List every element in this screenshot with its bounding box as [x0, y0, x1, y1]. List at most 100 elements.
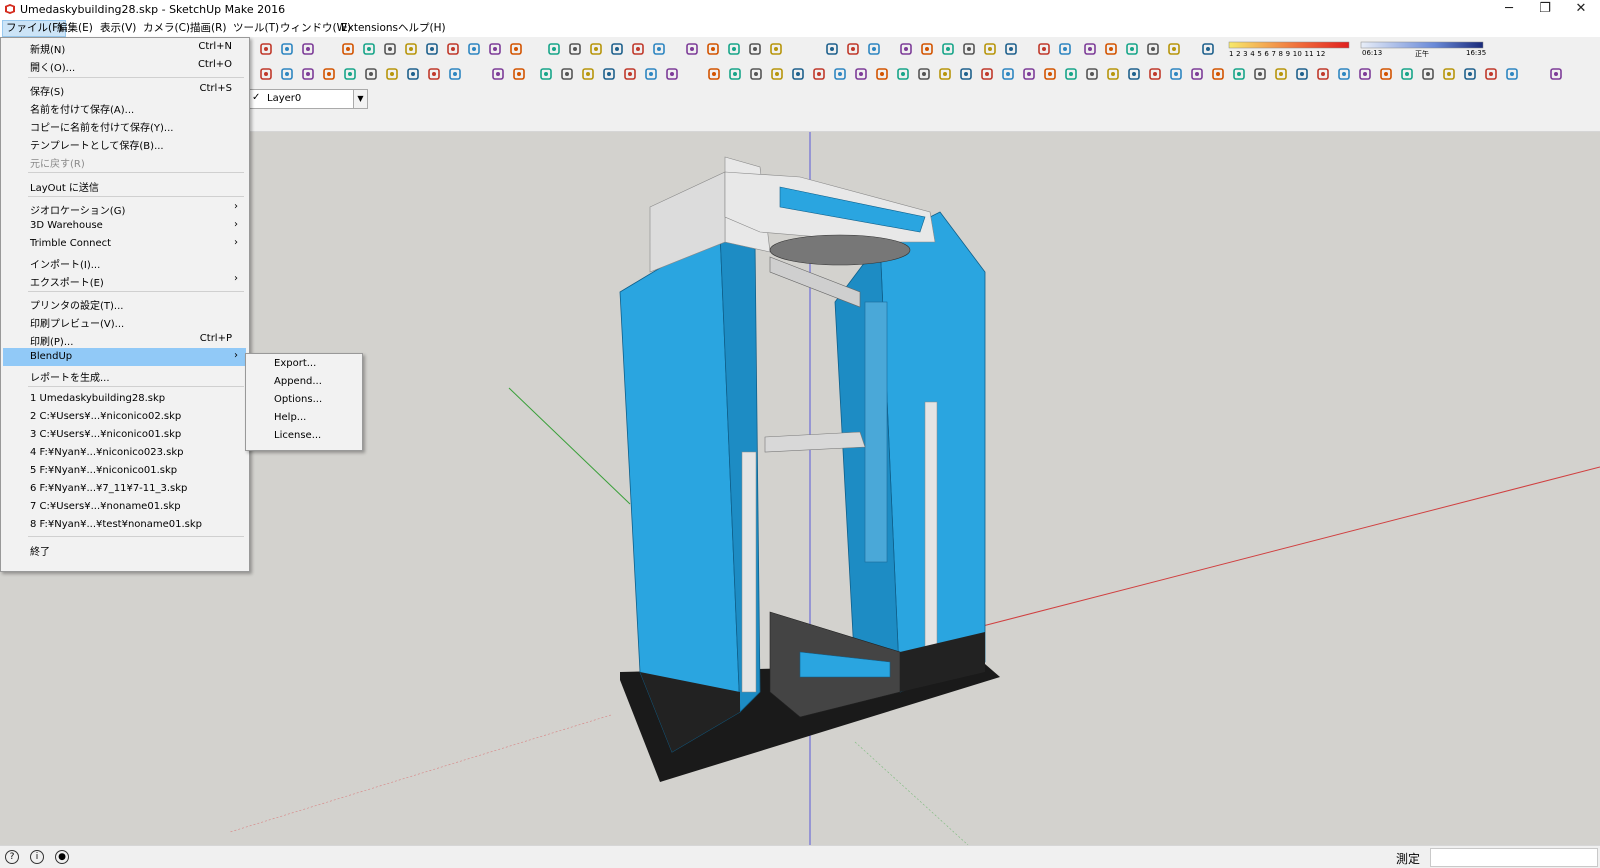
toolbar-tool-button[interactable]	[684, 41, 700, 57]
toolbar-tool-button[interactable]	[258, 66, 274, 82]
toolbar-tool-button[interactable]	[705, 41, 721, 57]
menu-view[interactable]: 表示(V)	[97, 21, 139, 36]
toolbar-tool-button[interactable]	[630, 41, 646, 57]
menu-tools[interactable]: ツール(T)	[230, 21, 282, 36]
toolbar-tool-button[interactable]	[340, 41, 356, 57]
toolbar-tool-button[interactable]	[916, 66, 932, 82]
toolbar-tool-button[interactable]	[424, 41, 440, 57]
toolbar-tool-button[interactable]	[1441, 66, 1457, 82]
help-status-icon[interactable]: ?	[5, 850, 19, 864]
toolbar-tool-button[interactable]	[790, 66, 806, 82]
toolbar-tool-button[interactable]	[651, 41, 667, 57]
toolbar-tool-button[interactable]	[511, 66, 527, 82]
user-icon[interactable]: ●	[55, 850, 69, 864]
toolbar-tool-button[interactable]	[361, 41, 377, 57]
menu-item-geolocation[interactable]: ジオロケーション(G) ›	[3, 199, 246, 217]
toolbar-tool-button[interactable]	[1483, 66, 1499, 82]
menu-item-recent-8[interactable]: 8 F:¥Nyan¥...¥test¥noname01.skp	[3, 516, 246, 534]
menu-item-save-copy-as[interactable]: コピーに名前を付けて保存(Y)...	[3, 116, 246, 134]
toolbar-tool-button[interactable]	[1200, 41, 1216, 57]
toolbar-tool-button[interactable]	[466, 41, 482, 57]
menu-item-print[interactable]: 印刷(P)... Ctrl+P	[3, 330, 246, 348]
menu-item-export[interactable]: エクスポート(E) ›	[3, 271, 246, 289]
toolbar-tool-button[interactable]	[447, 66, 463, 82]
close-button[interactable]: ✕	[1563, 0, 1599, 20]
toolbar-tool-button[interactable]	[664, 66, 680, 82]
toolbar-tool-button[interactable]	[1084, 66, 1100, 82]
menu-item-open[interactable]: 開く(O)... Ctrl+O	[3, 56, 246, 74]
toolbar-tool-button[interactable]	[487, 41, 503, 57]
menu-item-recent-7[interactable]: 7 C:¥Users¥...¥noname01.skp	[3, 498, 246, 516]
menu-edit[interactable]: 編集(E)	[54, 21, 96, 36]
toolbar-tool-button[interactable]	[279, 41, 295, 57]
toolbar-tool-button[interactable]	[1378, 66, 1394, 82]
toolbar-tool-button[interactable]	[426, 66, 442, 82]
toolbar-tool-button[interactable]	[609, 41, 625, 57]
toolbar-tool-button[interactable]	[300, 66, 316, 82]
toolbar-tool-button[interactable]	[940, 41, 956, 57]
maximize-button[interactable]: ❐	[1527, 0, 1563, 20]
toolbar-tool-button[interactable]	[937, 66, 953, 82]
info-icon[interactable]: i	[30, 850, 44, 864]
toolbar-tool-button[interactable]	[490, 66, 506, 82]
menu-item-save-template[interactable]: テンプレートとして保存(B)...	[3, 134, 246, 152]
toolbar-tool-button[interactable]	[546, 41, 562, 57]
toolbar-tool-button[interactable]	[384, 66, 400, 82]
toolbar-tool-button[interactable]	[853, 66, 869, 82]
toolbar-tool-button[interactable]	[1273, 66, 1289, 82]
toolbar-tool-button[interactable]	[1057, 41, 1073, 57]
menu-camera[interactable]: カメラ(C)	[140, 21, 193, 36]
submenu-item-export[interactable]: Export...	[248, 355, 358, 373]
toolbar-tool-button[interactable]	[580, 66, 596, 82]
toolbar-tool-button[interactable]	[706, 66, 722, 82]
toolbar-tool-button[interactable]	[567, 41, 583, 57]
toolbar-tool-button[interactable]	[1103, 41, 1119, 57]
toolbar-tool-button[interactable]	[1294, 66, 1310, 82]
menu-item-recent-2[interactable]: 2 C:¥Users¥...¥niconico02.skp	[3, 408, 246, 426]
measure-input[interactable]	[1430, 848, 1598, 867]
menu-item-blendup[interactable]: BlendUp ›	[3, 348, 246, 366]
menu-item-save[interactable]: 保存(S) Ctrl+S	[3, 80, 246, 98]
toolbar-tool-button[interactable]	[588, 41, 604, 57]
toolbar-tool-button[interactable]	[643, 66, 659, 82]
toolbar-tool-button[interactable]	[811, 66, 827, 82]
toolbar-tool-button[interactable]	[979, 66, 995, 82]
toolbar-tool-button[interactable]	[279, 66, 295, 82]
toolbar-tool-button[interactable]	[845, 41, 861, 57]
toolbar-tool-button[interactable]	[1504, 66, 1520, 82]
toolbar-tool-button[interactable]	[363, 66, 379, 82]
toolbar-tool-button[interactable]	[1252, 66, 1268, 82]
toolbar-tool-button[interactable]	[768, 41, 784, 57]
toolbar-tool-button[interactable]	[1399, 66, 1415, 82]
toolbar-tool-button[interactable]	[832, 66, 848, 82]
menu-item-send-to-layout[interactable]: LayOut に送信	[3, 176, 246, 194]
toolbar-tool-button[interactable]	[1082, 41, 1098, 57]
toolbar-tool-button[interactable]	[1210, 66, 1226, 82]
toolbar-tool-button[interactable]	[1420, 66, 1436, 82]
toolbar-tool-button[interactable]	[958, 66, 974, 82]
toolbar-tool-button[interactable]	[895, 66, 911, 82]
toolbar-tool-button[interactable]	[1189, 66, 1205, 82]
toolbar-tool-button[interactable]	[445, 41, 461, 57]
toolbar-tool-button[interactable]	[1021, 66, 1037, 82]
minimize-button[interactable]: ─	[1491, 0, 1527, 20]
toolbar-tool-button[interactable]	[405, 66, 421, 82]
toolbar-tool-button[interactable]	[919, 41, 935, 57]
menu-item-new[interactable]: 新規(N) Ctrl+N	[3, 38, 246, 56]
toolbar-tool-button[interactable]	[1166, 41, 1182, 57]
toolbar-tool-button[interactable]	[1147, 66, 1163, 82]
toolbar-tool-button[interactable]	[1168, 66, 1184, 82]
toolbar-tool-button[interactable]	[1003, 41, 1019, 57]
menu-extensions[interactable]: Extensions	[338, 21, 401, 36]
toolbar-tool-button[interactable]	[961, 41, 977, 57]
menu-item-recent-6[interactable]: 6 F:¥Nyan¥...¥7_11¥7-11_3.skp	[3, 480, 246, 498]
toolbar-tool-button[interactable]	[1063, 66, 1079, 82]
toolbar-tool-button[interactable]	[559, 66, 575, 82]
toolbar-tool-button[interactable]	[874, 66, 890, 82]
submenu-item-options[interactable]: Options...	[248, 391, 358, 409]
menu-item-3d-warehouse[interactable]: 3D Warehouse ›	[3, 217, 246, 235]
toolbar-tool-button[interactable]	[382, 41, 398, 57]
submenu-item-append[interactable]: Append...	[248, 373, 358, 391]
menu-item-recent-1[interactable]: 1 Umedaskybuilding28.skp	[3, 390, 246, 408]
toolbar-tool-button[interactable]	[300, 41, 316, 57]
